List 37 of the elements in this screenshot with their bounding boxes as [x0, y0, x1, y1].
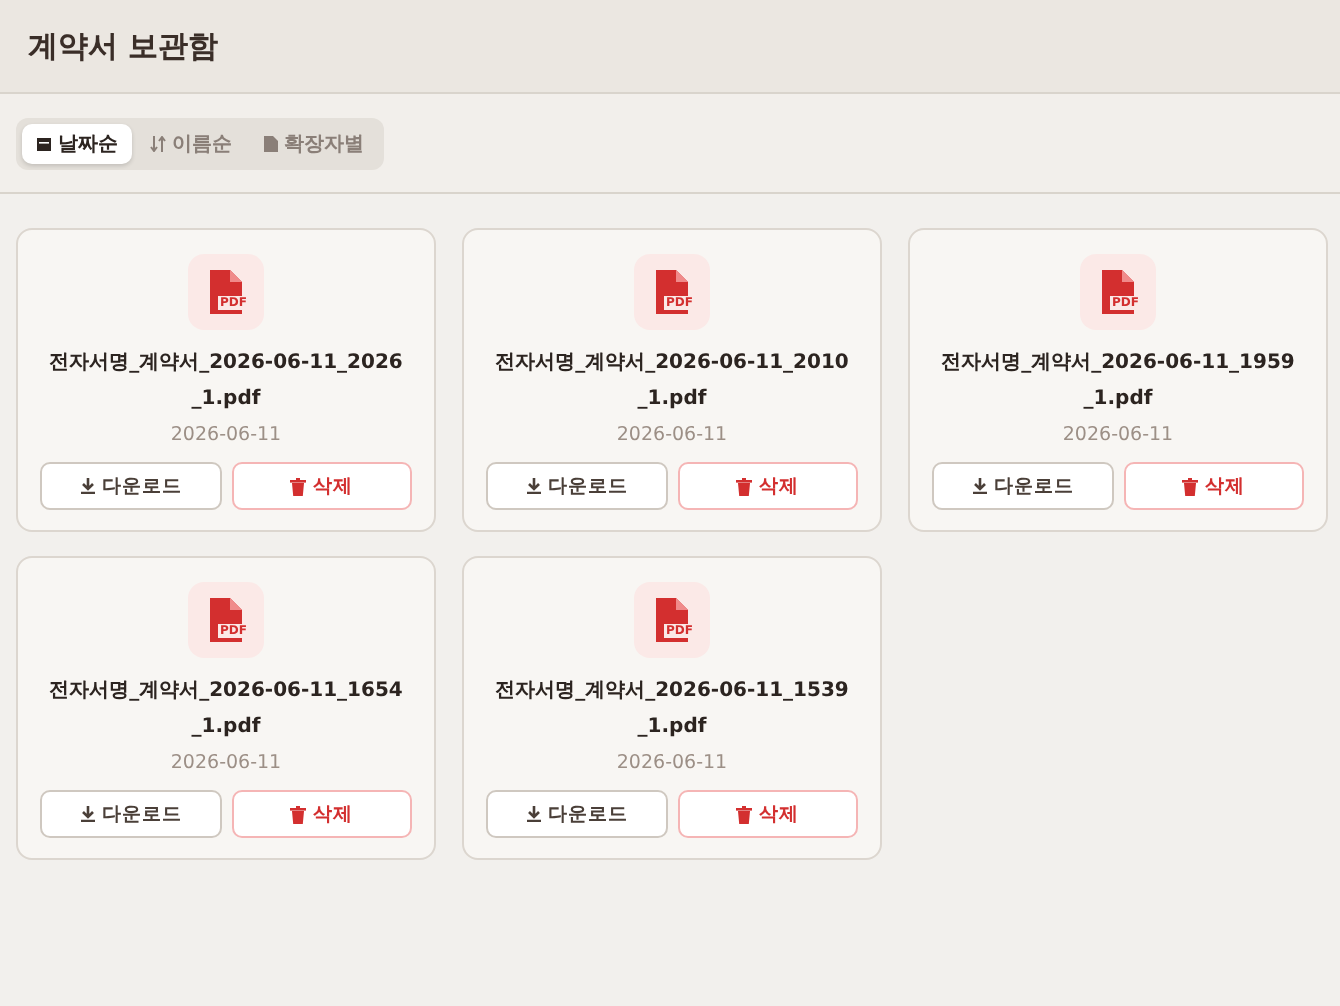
file-name: 전자서명_계약서_2026-06-11_1654_1.pdf [47, 678, 405, 742]
delete-button[interactable]: 삭제 [677, 790, 858, 838]
sort-tab[interactable]: 날짜순 [22, 123, 132, 163]
file-name: 전자서명_계약서_2026-06-11_2026_1.pdf [47, 350, 405, 414]
file-date: 2026-06-11 [1062, 424, 1174, 446]
delete-button[interactable]: 삭제 [231, 790, 412, 838]
file-date: 2026-06-11 [170, 424, 282, 446]
download-icon [971, 478, 988, 494]
page-title: 계약서 보관함 [28, 27, 219, 65]
download-icon [79, 478, 96, 494]
trash-icon [736, 805, 753, 823]
trash-icon [1182, 477, 1199, 495]
file-name: 전자서명_계약서_2026-06-11_2010_1.pdf [493, 350, 851, 414]
sort-icon [150, 135, 166, 151]
download-icon [525, 478, 542, 494]
download-button[interactable]: 다운로드 [932, 462, 1113, 510]
trash-icon [736, 477, 753, 495]
download-button[interactable]: 다운로드 [486, 462, 667, 510]
download-button[interactable]: 다운로드 [40, 462, 221, 510]
file-name: 전자서명_계약서_2026-06-11_1539_1.pdf [493, 678, 851, 742]
trash-icon [290, 805, 307, 823]
file-date: 2026-06-11 [616, 424, 728, 446]
sort-tab[interactable]: 확장자별 [250, 123, 378, 163]
trash-icon [290, 477, 307, 495]
delete-button[interactable]: 삭제 [1123, 462, 1304, 510]
delete-button[interactable]: 삭제 [231, 462, 412, 510]
file-icon [264, 135, 278, 151]
file-name: 전자서명_계약서_2026-06-11_1959_1.pdf [939, 350, 1297, 414]
calendar-icon [36, 135, 52, 151]
file-date: 2026-06-11 [616, 752, 728, 774]
sort-tab[interactable]: 이름순 [136, 123, 246, 163]
download-icon [525, 806, 542, 822]
file-date: 2026-06-11 [170, 752, 282, 774]
download-button[interactable]: 다운로드 [40, 790, 221, 838]
download-button[interactable]: 다운로드 [486, 790, 667, 838]
delete-button[interactable]: 삭제 [677, 462, 858, 510]
download-icon [79, 806, 96, 822]
